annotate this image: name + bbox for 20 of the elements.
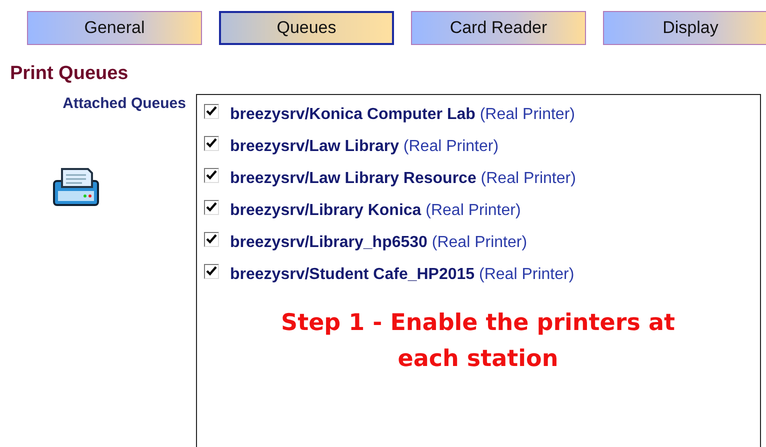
tab[interactable]: Queues: [219, 11, 394, 45]
queue-name: breezysrv/Library_hp6530 (Real Printer): [230, 234, 528, 252]
field-label: Attached Queues: [62, 95, 186, 112]
tab[interactable]: Display: [603, 11, 766, 45]
checkbox[interactable]: [204, 264, 219, 278]
tab[interactable]: General: [27, 11, 202, 45]
queue-name: breezysrv/Library Konica (Real Printer): [230, 202, 521, 220]
checkbox[interactable]: [204, 200, 219, 214]
checkbox[interactable]: [204, 232, 219, 246]
tab[interactable]: Card Reader: [411, 11, 586, 45]
queue-name: breezysrv/Konica Computer Lab (Real Printer): [230, 106, 575, 124]
checkbox[interactable]: [204, 136, 219, 150]
checkbox[interactable]: [204, 104, 219, 118]
queue-name: breezysrv/Law Library Resource (Real Printer): [230, 170, 576, 188]
section-title: Print Queues: [10, 63, 130, 85]
printer-icon: [52, 167, 100, 207]
instruction-note: Step 1 - Enable the printers at each station: [280, 309, 676, 374]
queue-name: breezysrv/Law Library (Real Printer): [230, 138, 499, 156]
checkbox[interactable]: [204, 168, 219, 182]
queue-name: breezysrv/Student Cafe_HP2015 (Real Printer): [230, 266, 574, 284]
